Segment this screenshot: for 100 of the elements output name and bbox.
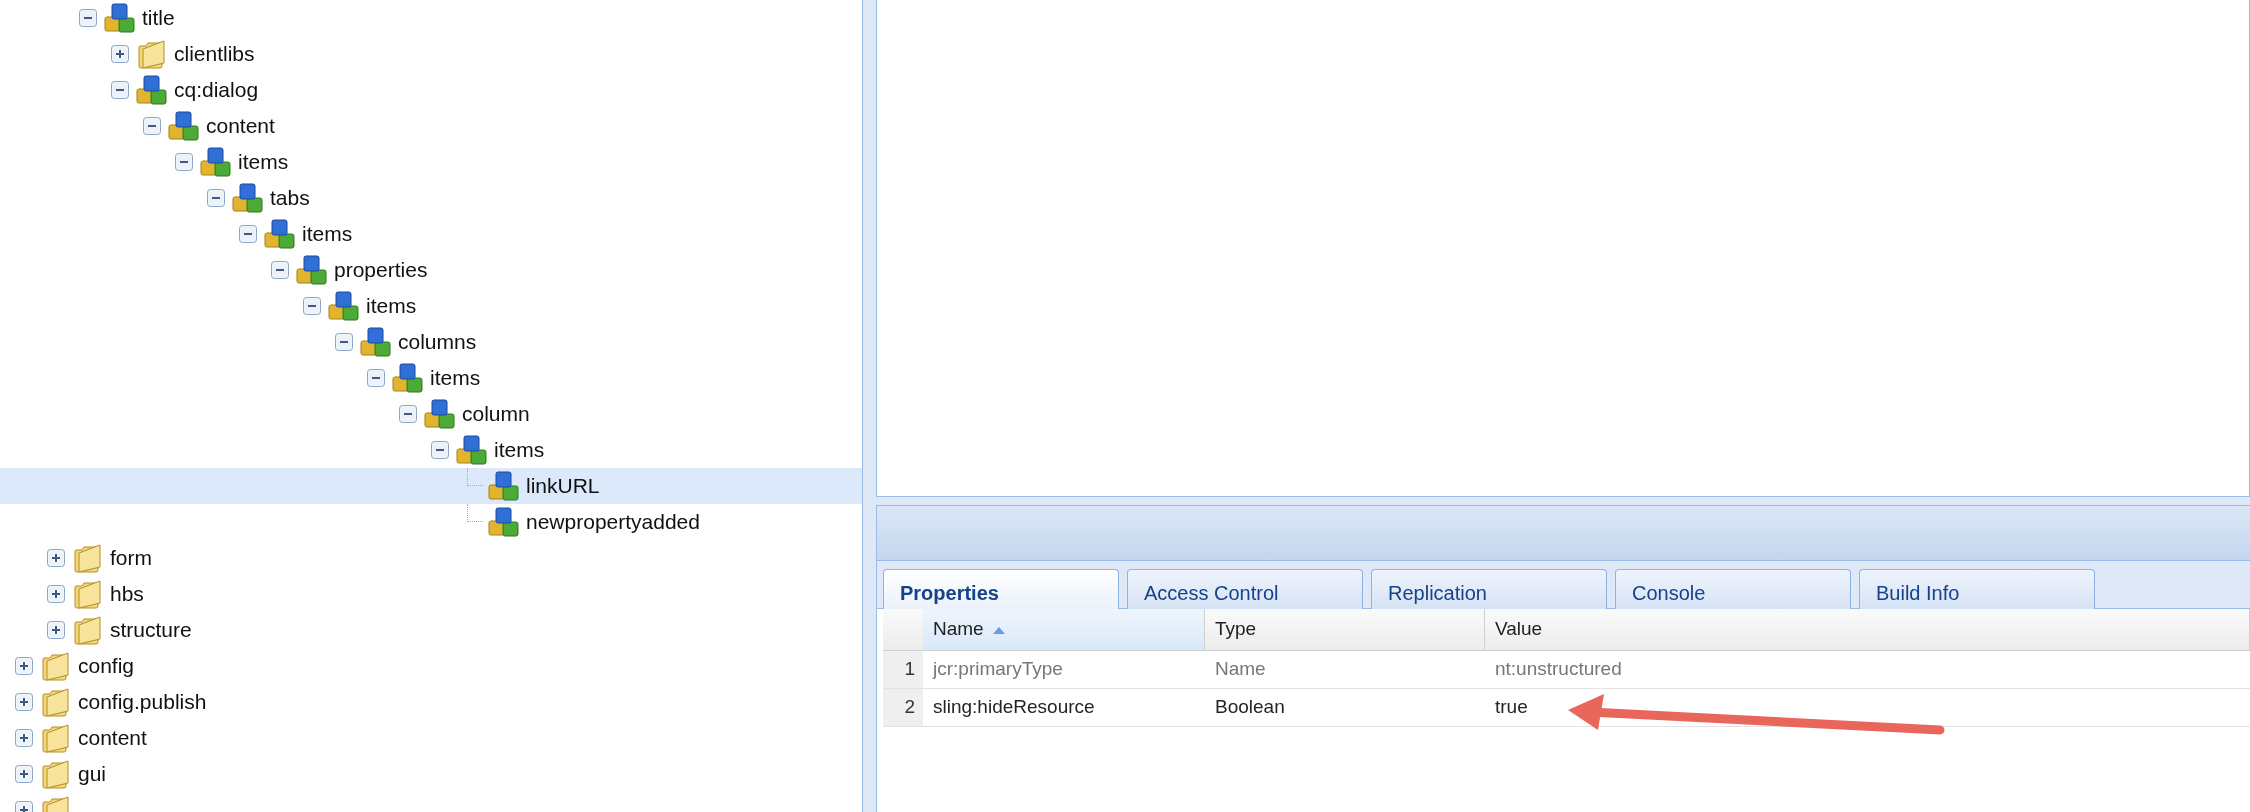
tree-row[interactable]: content [0, 720, 862, 756]
tree-label: hbs [110, 581, 144, 608]
column-header[interactable]: Value [1485, 609, 2250, 650]
tree-label: content [78, 725, 147, 752]
tree-row[interactable]: tabs [0, 180, 862, 216]
table-cell: Name [1215, 658, 1266, 680]
cubes-icon [488, 507, 520, 537]
folder-icon [72, 543, 104, 573]
tree-label: items [366, 293, 417, 320]
expand-icon[interactable] [47, 585, 65, 603]
collapse-icon[interactable] [79, 9, 97, 27]
column-header[interactable]: Type [1205, 609, 1485, 650]
tree-label: content [206, 113, 275, 140]
table-cell: Boolean [1215, 696, 1285, 718]
collapse-icon[interactable] [271, 261, 289, 279]
folder-icon [72, 615, 104, 645]
column-title: Name [933, 617, 984, 642]
cubes-icon [392, 363, 424, 393]
collapse-icon[interactable] [431, 441, 449, 459]
tree-label: tabs [270, 185, 310, 212]
collapse-icon[interactable] [335, 333, 353, 351]
tree-label: structure [110, 617, 192, 644]
cubes-icon [264, 219, 296, 249]
tree-label: title [142, 5, 175, 32]
tree-row[interactable]: items [0, 144, 862, 180]
tree-row[interactable]: items [0, 360, 862, 396]
cubes-icon [456, 435, 488, 465]
tree-row[interactable]: title [0, 0, 862, 36]
expand-icon[interactable] [111, 45, 129, 63]
collapse-icon[interactable] [175, 153, 193, 171]
collapse-icon[interactable] [303, 297, 321, 315]
folder-icon [136, 39, 168, 69]
tree-row[interactable]: structure [0, 612, 862, 648]
table-cell: jcr:primaryType [933, 658, 1063, 680]
tab[interactable]: Properties [883, 569, 1119, 610]
folder-icon [40, 651, 72, 681]
expand-icon[interactable] [15, 693, 33, 711]
tree-row[interactable]: properties [0, 252, 862, 288]
cubes-icon [360, 327, 392, 357]
tree-row[interactable]: content [0, 108, 862, 144]
tree-label: newpropertyadded [526, 509, 700, 536]
tree-row[interactable]: config [0, 648, 862, 684]
tree-row[interactable]: hbs [0, 576, 862, 612]
cubes-icon [296, 255, 328, 285]
row-number: 2 [883, 689, 923, 726]
tree-label: config.publish [78, 689, 207, 716]
tree-label: items [430, 365, 481, 392]
tab[interactable]: Build Info [1859, 569, 2095, 609]
tree-label: items [302, 221, 353, 248]
cubes-icon [328, 291, 360, 321]
tree-row[interactable]: column [0, 396, 862, 432]
tree-row[interactable]: form [0, 540, 862, 576]
collapse-icon[interactable] [111, 81, 129, 99]
tree-row[interactable]: config.publish [0, 684, 862, 720]
cubes-icon [168, 111, 200, 141]
tab[interactable]: Replication [1371, 569, 1607, 609]
tree-row[interactable]: cq:dialog [0, 72, 862, 108]
cubes-icon [136, 75, 168, 105]
tree-label: column [462, 401, 530, 428]
tree-row[interactable]: newpropertyadded [0, 504, 862, 540]
tree-label: form [110, 545, 152, 572]
cubes-icon [424, 399, 456, 429]
folder-icon [72, 579, 104, 609]
tree-label: clientlibs [174, 41, 255, 68]
tree-label: properties [334, 257, 428, 284]
folder-icon [40, 723, 72, 753]
tree-row[interactable]: items [0, 216, 862, 252]
tree-row[interactable]: columns [0, 324, 862, 360]
tree-row[interactable]: linkURL [0, 468, 862, 504]
tree-label: gui [78, 761, 107, 788]
folder-icon [40, 759, 72, 789]
expand-icon[interactable] [15, 729, 33, 747]
tab[interactable]: Access Control [1127, 569, 1363, 609]
expand-icon[interactable] [15, 657, 33, 675]
tree-label: items [238, 149, 289, 176]
tree-row[interactable]: items [0, 432, 862, 468]
tree-label: cq:dialog [174, 77, 259, 104]
table-cell: sling:hideResource [933, 696, 1095, 718]
table-cell: nt:unstructured [1495, 658, 1622, 680]
collapse-icon[interactable] [399, 405, 417, 423]
tab[interactable]: Console [1615, 569, 1851, 609]
cubes-icon [232, 183, 264, 213]
collapse-icon[interactable] [367, 369, 385, 387]
tree-label: items [494, 437, 545, 464]
tree-label: columns [398, 329, 477, 356]
tree-row[interactable]: gui [0, 756, 862, 792]
folder-icon [40, 687, 72, 717]
expand-icon[interactable] [47, 549, 65, 567]
collapse-icon[interactable] [207, 189, 225, 207]
expand-icon[interactable] [15, 765, 33, 783]
collapse-icon[interactable] [239, 225, 257, 243]
tree-row[interactable]: items [0, 288, 862, 324]
cubes-icon [200, 147, 232, 177]
cubes-icon [104, 3, 136, 33]
collapse-icon[interactable] [143, 117, 161, 135]
tree-row[interactable]: clientlibs [0, 36, 862, 72]
tree-label: linkURL [526, 473, 600, 500]
tree-label: config [78, 653, 135, 680]
expand-icon[interactable] [47, 621, 65, 639]
table-cell: true [1495, 696, 1528, 718]
